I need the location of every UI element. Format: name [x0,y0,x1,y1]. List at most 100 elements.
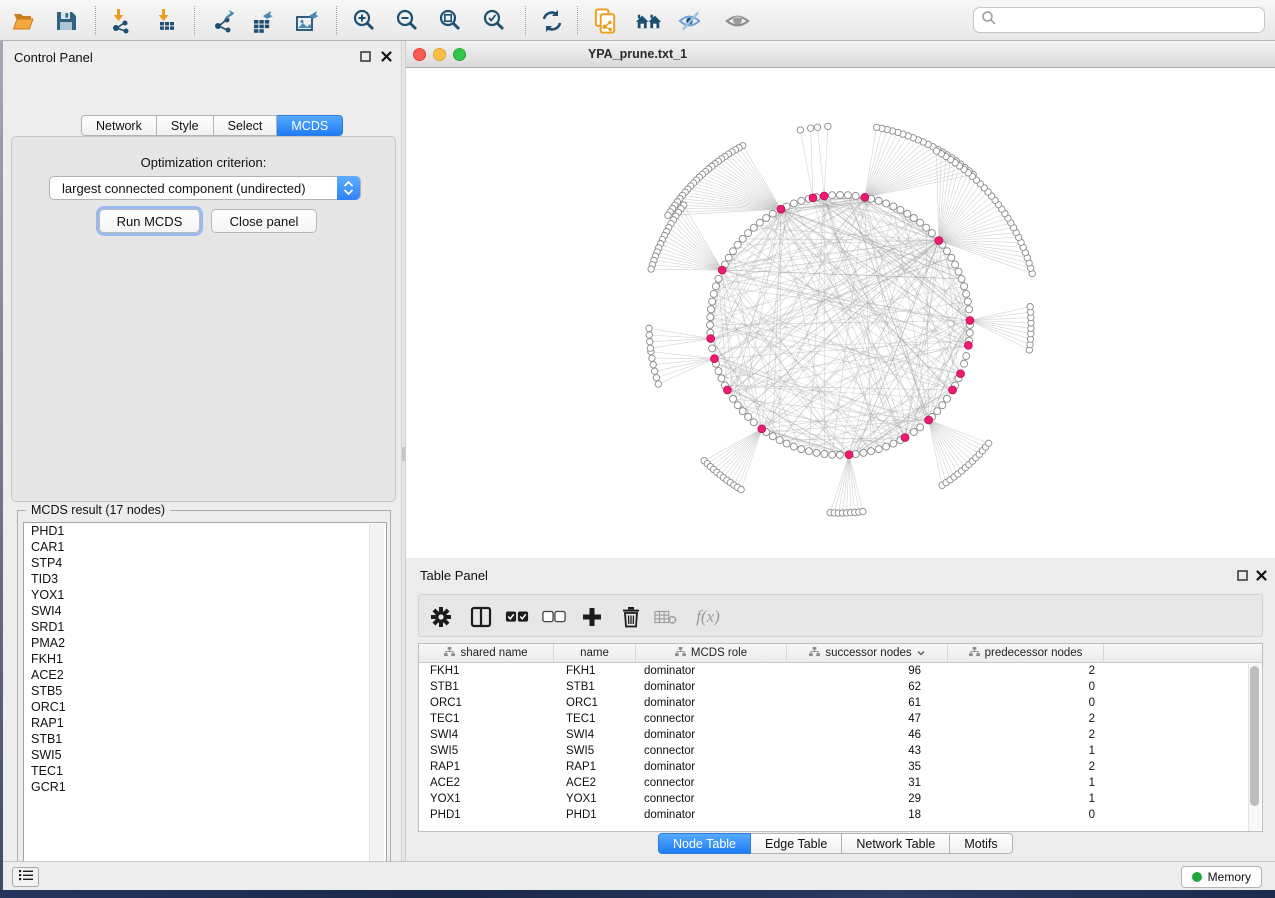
cell-successor-nodes[interactable]: 96 [787,665,948,677]
clone-network-icon[interactable] [592,7,619,34]
cell-name[interactable]: PHD1 [554,809,636,821]
mcds-result-item[interactable]: GCR1 [24,779,386,795]
graph-node[interactable] [966,329,973,336]
graph-hub-node[interactable] [966,317,974,325]
cell-shared-name[interactable]: ORC1 [419,697,554,709]
export-image-icon[interactable] [293,7,320,34]
graph-node[interactable] [807,125,813,131]
graph-node[interactable] [769,210,776,217]
graph-node[interactable] [917,424,924,431]
cell-name[interactable]: YOX1 [554,793,636,805]
table-row[interactable]: SWI5SWI5connector431 [419,743,1262,759]
graph-node[interactable] [739,235,746,242]
mcds-list-scrollbar[interactable] [369,524,384,875]
first-neighbors-icon[interactable] [635,7,662,34]
graph-node[interactable] [860,508,866,514]
tab-network[interactable]: Network [81,115,157,136]
cell-mcds-role[interactable]: dominator [636,697,787,709]
mcds-result-item[interactable]: PMA2 [24,635,386,651]
deselect-all-icon[interactable] [542,605,566,629]
mcds-result-item[interactable]: TID3 [24,571,386,587]
zoom-out-icon[interactable] [394,7,421,34]
cell-shared-name[interactable]: TEC1 [419,713,554,725]
run-mcds-button[interactable]: Run MCDS [99,209,200,233]
column-header-successor-nodes[interactable]: successor nodes [787,644,948,662]
cell-successor-nodes[interactable]: 29 [787,793,948,805]
graph-node[interactable] [650,362,656,368]
table-scrollbar-thumb[interactable] [1250,666,1259,806]
cell-name[interactable]: SWI4 [554,729,636,741]
graph-node[interactable] [648,266,654,272]
table-row[interactable]: ACE2ACE2connector311 [419,775,1262,791]
mcds-result-item[interactable]: SWI5 [24,747,386,763]
cell-name[interactable]: FKH1 [554,665,636,677]
cell-mcds-role[interactable]: dominator [636,681,787,693]
cell-successor-nodes[interactable]: 62 [787,681,948,693]
graph-hub-node[interactable] [711,355,719,363]
cell-predecessor-nodes[interactable]: 0 [948,809,1104,821]
graph-node[interactable] [873,124,879,130]
cell-predecessor-nodes[interactable]: 0 [948,697,1104,709]
cell-mcds-role[interactable]: connector [636,713,787,725]
graph-node[interactable] [707,306,714,313]
graph-node[interactable] [790,443,797,450]
column-header-MCDS-role[interactable]: MCDS role [636,644,787,662]
cell-successor-nodes[interactable]: 43 [787,745,948,757]
export-network-icon[interactable] [211,7,238,34]
graph-hub-node[interactable] [809,194,817,202]
graph-hub-node[interactable] [724,386,732,394]
cell-shared-name[interactable]: PHD1 [419,809,554,821]
graph-node[interactable] [939,402,946,409]
graph-node[interactable] [963,290,970,297]
graph-node[interactable] [756,219,763,226]
graph-node[interactable] [707,314,714,321]
graph-node[interactable] [653,374,659,380]
cell-mcds-role[interactable]: connector [636,745,787,757]
graph-hub-node[interactable] [901,434,909,442]
cell-mcds-role[interactable]: dominator [636,761,787,773]
cell-shared-name[interactable]: SWI5 [419,745,554,757]
table-row[interactable]: FKH1FKH1dominator962 [419,663,1262,679]
cell-name[interactable]: SWI5 [554,745,636,757]
column-header-shared-name[interactable]: shared name [419,644,554,662]
graph-node[interactable] [750,419,757,426]
zoom-in-icon[interactable] [351,7,378,34]
graph-node[interactable] [875,197,882,204]
table-scrollbar[interactable] [1248,664,1261,831]
graph-node[interactable] [825,123,831,129]
refresh-view-icon[interactable] [538,7,565,34]
optimization-criterion-select[interactable]: largest connected component (undirected) [49,176,361,200]
mcds-result-item[interactable]: STB1 [24,731,386,747]
graph-node[interactable] [730,248,737,255]
graph-node[interactable] [948,254,955,261]
search-box[interactable] [973,7,1265,33]
graph-node[interactable] [963,353,970,360]
graph-node[interactable] [745,413,752,420]
graph-hub-node[interactable] [820,192,828,200]
graph-node[interactable] [647,345,653,351]
graph-node[interactable] [860,449,867,456]
tab-edge-table[interactable]: Edge Table [751,833,842,854]
cell-successor-nodes[interactable]: 47 [787,713,948,725]
graph-node[interactable] [646,332,652,338]
graph-node[interactable] [868,448,875,455]
graph-node[interactable] [958,275,965,282]
graph-node[interactable] [1027,303,1033,309]
graph-node[interactable] [961,360,968,367]
graph-node[interactable] [745,230,752,237]
show-all-icon[interactable] [724,7,751,34]
graph-node[interactable] [813,449,820,456]
mcds-result-item[interactable]: RAP1 [24,715,386,731]
cell-shared-name[interactable]: YOX1 [419,793,554,805]
cell-mcds-role[interactable]: dominator [636,665,787,677]
mcds-result-item[interactable]: ORC1 [24,699,386,715]
settings-icon[interactable] [429,605,453,629]
graph-node[interactable] [844,192,851,199]
graph-node[interactable] [917,219,924,226]
column-header-predecessor-nodes[interactable]: predecessor nodes [948,644,1104,662]
graph-node[interactable] [646,325,652,331]
graph-node[interactable] [649,355,655,361]
mcds-result-item[interactable]: YOX1 [24,587,386,603]
graph-node[interactable] [890,203,897,210]
graph-node[interactable] [707,322,714,329]
